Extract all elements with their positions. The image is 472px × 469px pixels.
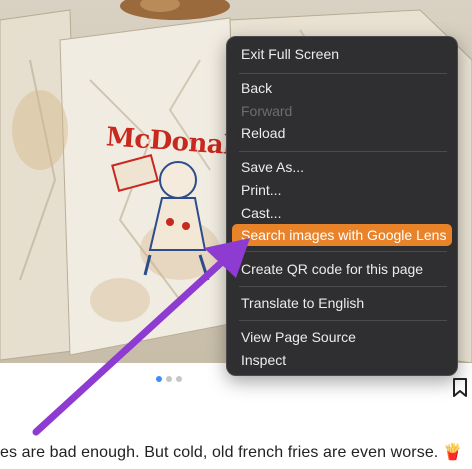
post-caption: es are bad enough. But cold, old french … xyxy=(0,442,472,462)
menu-back[interactable]: Back xyxy=(232,77,452,99)
menu-save-as[interactable]: Save As... xyxy=(232,156,452,178)
carousel-dot[interactable] xyxy=(166,376,172,382)
menu-separator xyxy=(239,320,447,321)
menu-separator xyxy=(239,286,447,287)
carousel-dot[interactable] xyxy=(156,376,162,382)
carousel-dot[interactable] xyxy=(176,376,182,382)
caption-text: es are bad enough. But cold, old french … xyxy=(0,444,439,461)
menu-inspect[interactable]: Inspect xyxy=(232,349,452,371)
menu-create-qr-code[interactable]: Create QR code for this page xyxy=(232,258,452,280)
menu-separator xyxy=(239,151,447,152)
context-menu: Exit Full Screen Back Forward Reload Sav… xyxy=(226,36,458,376)
menu-search-google-lens[interactable]: Search images with Google Lens xyxy=(232,224,452,246)
menu-exit-full-screen[interactable]: Exit Full Screen xyxy=(232,43,452,65)
menu-forward: Forward xyxy=(241,103,293,119)
menu-reload[interactable]: Reload xyxy=(232,122,452,144)
menu-cast[interactable]: Cast... xyxy=(232,202,452,224)
menu-print[interactable]: Print... xyxy=(232,179,452,201)
menu-view-page-source[interactable]: View Page Source xyxy=(232,326,452,348)
menu-separator xyxy=(239,73,447,74)
menu-translate[interactable]: Translate to English xyxy=(232,292,452,314)
menu-separator xyxy=(239,251,447,252)
bookmark-icon[interactable] xyxy=(452,378,468,398)
fries-emoji-icon: 🍟 xyxy=(442,444,463,461)
carousel-dots xyxy=(156,376,182,382)
